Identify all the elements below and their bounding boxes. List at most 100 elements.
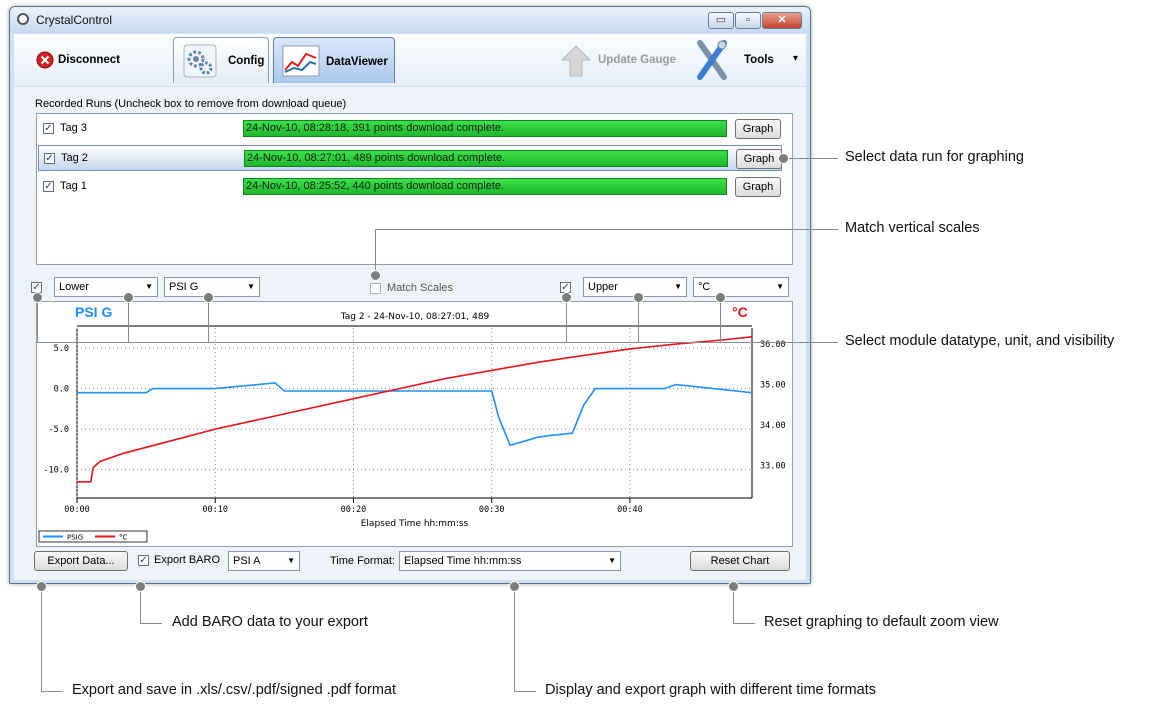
- maximize-button[interactable]: ▫: [735, 12, 761, 29]
- right-tick-label: 35.00: [760, 381, 786, 391]
- config-label: Config: [228, 55, 265, 67]
- run-tag: Tag 1: [60, 180, 87, 192]
- x-axis-title: Elapsed Time hh:mm:ss: [361, 519, 469, 529]
- chart-svg[interactable]: PSI G °C Tag 2 - 24-Nov-10, 08:27:01, 489 5…: [37, 302, 792, 546]
- callout-dot: [561, 292, 572, 303]
- legend-label: °C: [119, 534, 128, 542]
- run-status-bar: 24-Nov-10, 08:27:01, 489 points download…: [244, 150, 728, 167]
- x-tick-label: 00:30: [479, 505, 505, 515]
- upload-arrow-icon: [560, 45, 592, 77]
- callout-dot: [509, 581, 520, 592]
- callout-dot: [32, 292, 43, 303]
- tools-label: Tools: [744, 54, 774, 66]
- x-tick-label: 00:10: [202, 505, 228, 515]
- disconnect-label: Disconnect: [58, 54, 120, 66]
- tools-menu[interactable]: Tools ▾: [690, 37, 802, 83]
- x-tick-label: 00:20: [341, 505, 367, 515]
- x-tick-label: 00:00: [64, 505, 90, 515]
- upper-unit-select[interactable]: °C ▼: [693, 277, 789, 297]
- callout-dot: [715, 292, 726, 303]
- run-tag: Tag 3: [60, 122, 87, 134]
- graph-button[interactable]: Graph: [735, 177, 781, 197]
- callout-dot: [135, 581, 146, 592]
- legend-label: PSIG: [67, 534, 83, 542]
- app-icon: [17, 13, 29, 25]
- chart-area[interactable]: PSI G °C Tag 2 - 24-Nov-10, 08:27:01, 489 5…: [36, 301, 793, 547]
- minimize-button[interactable]: ▭: [708, 12, 734, 29]
- time-format-label: Time Format:: [330, 555, 395, 567]
- minimize-icon: ▭: [715, 14, 727, 26]
- match-scales-checkbox[interactable]: [370, 283, 381, 294]
- dataviewer-panel: Recorded Runs (Uncheck box to remove fro…: [14, 87, 806, 580]
- runs-list: ✓ Tag 3 24-Nov-10, 08:28:18, 391 points do…: [36, 113, 793, 265]
- annotation-match-scales: Match vertical scales: [845, 220, 980, 236]
- runs-heading: Recorded Runs (Uncheck box to remove fro…: [35, 98, 347, 110]
- run-checkbox[interactable]: ✓: [44, 153, 55, 164]
- run-row[interactable]: ✓ Tag 3 24-Nov-10, 08:28:18, 391 points do…: [38, 116, 782, 142]
- callout-dot: [370, 270, 381, 281]
- right-axis-label: °C: [732, 304, 748, 320]
- tab-dataviewer[interactable]: DataViewer: [273, 37, 395, 83]
- chevron-down-icon: ▼: [145, 282, 153, 291]
- tools-icon: [697, 40, 727, 80]
- callout-dot: [778, 153, 789, 164]
- chart-title: Tag 2 - 24-Nov-10, 08:27:01, 489: [340, 312, 490, 322]
- series-line: [77, 382, 753, 447]
- chevron-down-icon: ▼: [287, 556, 295, 565]
- reset-chart-button[interactable]: Reset Chart: [690, 551, 790, 571]
- chart-icon: [282, 45, 320, 77]
- run-checkbox[interactable]: ✓: [43, 123, 54, 134]
- export-baro-label: Export BARO: [154, 554, 221, 566]
- annotation-time-formats: Display and export graph with different …: [545, 682, 876, 698]
- left-axis-label: PSI G: [75, 304, 112, 320]
- left-tick-label: -10.0: [43, 466, 69, 476]
- graph-button[interactable]: Graph: [735, 119, 781, 139]
- chevron-down-icon: ▼: [674, 282, 682, 291]
- run-tag: Tag 2: [61, 152, 88, 164]
- disconnect-icon: [36, 51, 54, 69]
- update-gauge-button[interactable]: Update Gauge: [554, 37, 686, 83]
- x-tick-label: 00:40: [617, 505, 643, 515]
- run-row[interactable]: ✓ Tag 1 24-Nov-10, 08:25:52, 440 points do…: [38, 174, 782, 200]
- close-icon: ✕: [777, 14, 787, 26]
- right-tick-label: 33.00: [760, 462, 786, 472]
- callout-dot: [123, 292, 134, 303]
- left-tick-label: -5.0: [49, 425, 69, 435]
- toolbar: Disconnect Config DataViewer Update Gaug…: [14, 34, 806, 86]
- export-baro-checkbox[interactable]: ✓: [138, 555, 149, 566]
- lower-module-select[interactable]: Lower ▼: [54, 277, 158, 297]
- disconnect-button[interactable]: Disconnect: [18, 37, 138, 83]
- annotation-reset: Reset graphing to default zoom view: [764, 614, 999, 630]
- export-data-button[interactable]: Export Data...: [34, 551, 128, 571]
- maximize-icon: ▫: [746, 14, 750, 26]
- callout-dot: [633, 292, 644, 303]
- annotation-select-module: Select module datatype, unit, and visibi…: [845, 333, 1115, 349]
- chevron-down-icon: ▼: [608, 556, 616, 565]
- run-row[interactable]: ✓ Tag 2 24-Nov-10, 08:27:01, 489 points do…: [38, 145, 782, 171]
- annotation-select-run: Select data run for graphing: [845, 149, 1024, 165]
- tab-config[interactable]: Config: [173, 37, 269, 83]
- callout-dot: [36, 581, 47, 592]
- close-button[interactable]: ✕: [762, 12, 802, 29]
- left-tick-label: 5.0: [54, 344, 69, 354]
- series-line: [77, 336, 753, 483]
- graph-button[interactable]: Graph: [736, 149, 782, 169]
- match-scales-label: Match Scales: [387, 282, 454, 294]
- callout-dot: [203, 292, 214, 303]
- left-tick-label: 0.0: [54, 385, 69, 395]
- annotation-export: Export and save in .xls/.csv/.pdf/signed…: [72, 682, 396, 698]
- chevron-down-icon: ▾: [793, 53, 799, 64]
- gears-icon: [183, 44, 217, 78]
- callout-dot: [728, 581, 739, 592]
- right-tick-label: 34.00: [760, 421, 786, 431]
- time-format-select[interactable]: Elapsed Time hh:mm:ss ▼: [399, 551, 621, 571]
- run-checkbox[interactable]: ✓: [43, 181, 54, 192]
- baro-unit-select[interactable]: PSI A ▼: [228, 551, 300, 571]
- window-title: CrystalControl: [36, 13, 113, 27]
- title-bar[interactable]: CrystalControl ▭ ▫ ✕: [10, 7, 810, 33]
- chevron-down-icon: ▼: [776, 282, 784, 291]
- run-status-bar: 24-Nov-10, 08:25:52, 440 points download…: [243, 178, 727, 195]
- update-gauge-label: Update Gauge: [598, 54, 676, 66]
- annotation-add-baro: Add BARO data to your export: [172, 614, 368, 630]
- run-status-bar: 24-Nov-10, 08:28:18, 391 points download…: [243, 120, 727, 137]
